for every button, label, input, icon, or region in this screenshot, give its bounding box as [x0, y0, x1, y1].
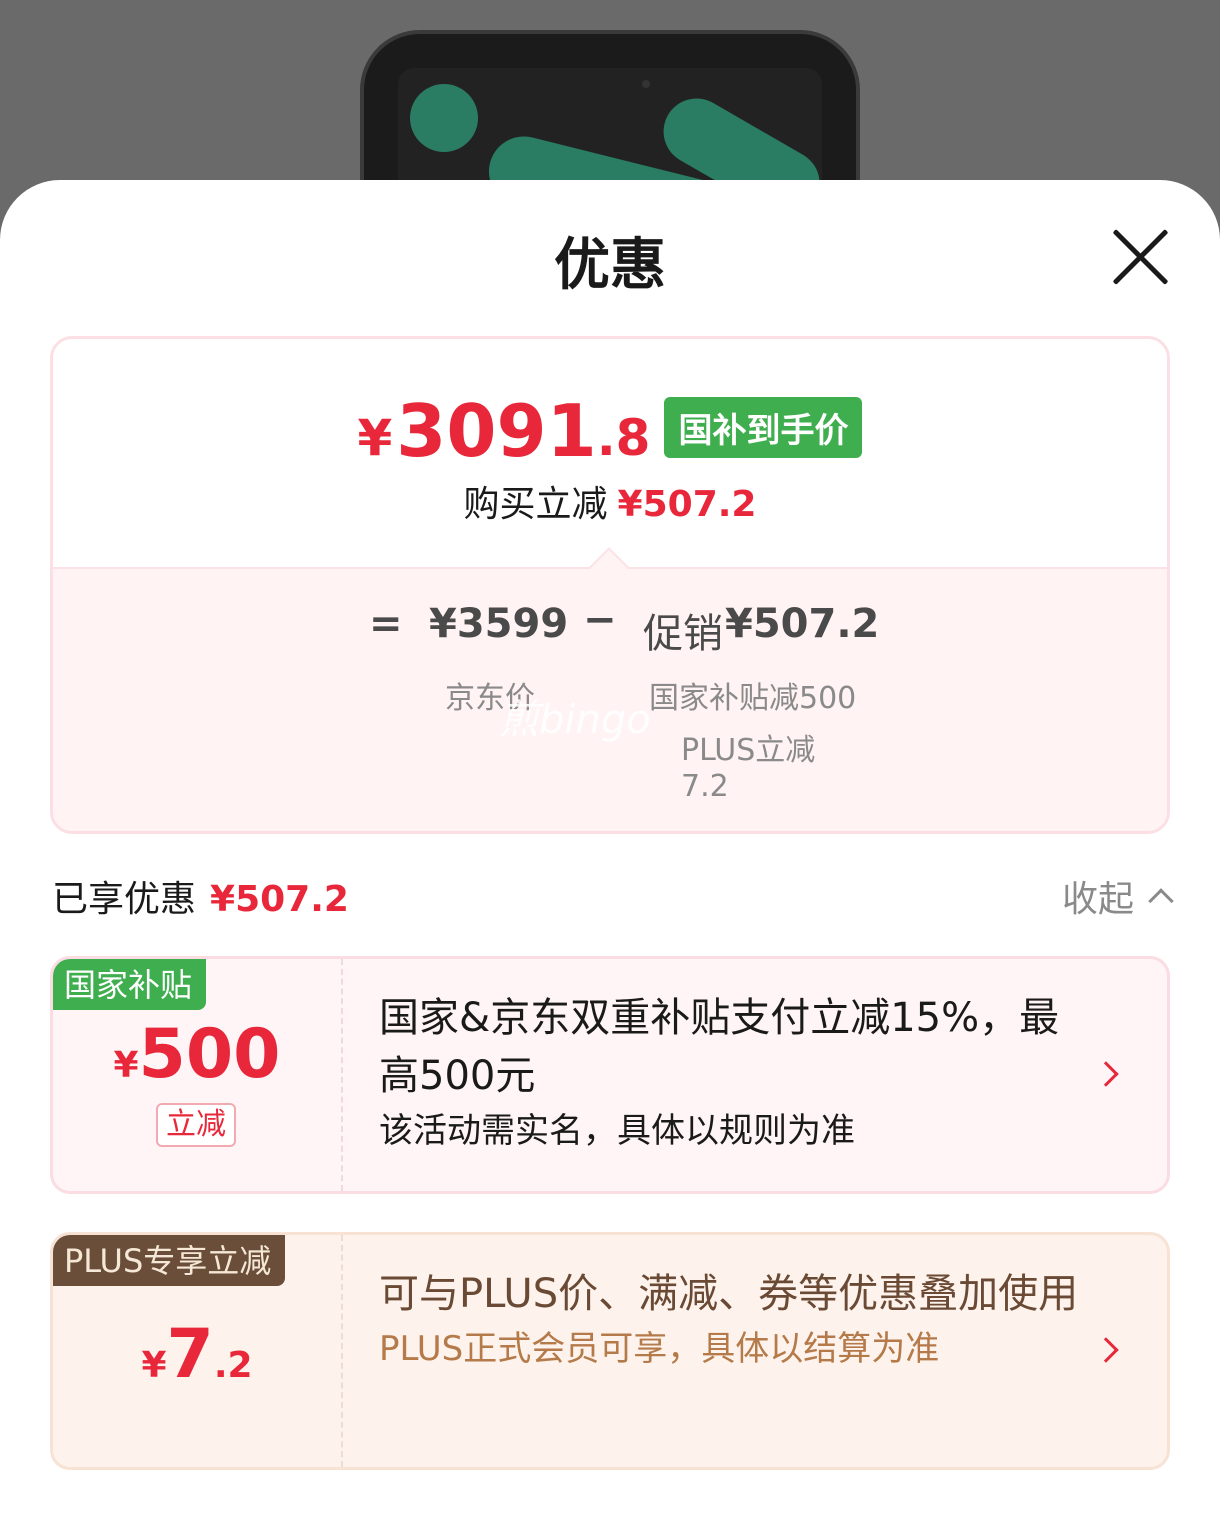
watermark: 煎bingo — [499, 697, 651, 743]
final-price-integer: 3091 — [396, 389, 597, 473]
reduce-amount: ¥507.2 — [617, 484, 757, 525]
chevron-up-icon — [1148, 888, 1174, 914]
subsidy-line: 国家补贴减500 — [649, 681, 857, 716]
deal-text: 可与PLUS价、满减、券等优惠叠加使用 PLUS正式会员可享，具体以结算为准 — [379, 1265, 1079, 1375]
jd-price: ¥3599 — [429, 601, 569, 647]
deal-amount: ¥500 — [53, 1015, 341, 1094]
deal-amount-decimal: .2 — [213, 1345, 253, 1386]
currency-symbol: ¥ — [357, 409, 393, 467]
currency-symbol: ¥ — [113, 1045, 139, 1086]
subsidy-price-badge: 国补到手价 — [664, 396, 863, 458]
deal-amount: ¥7.2 — [53, 1315, 341, 1394]
discount-sheet: 优惠 ¥ 3091 .8 国补到手价 购买立减 ¥507.2 = ¥3599 − … — [0, 180, 1220, 1519]
deal-tag: 国家补贴 — [53, 959, 207, 1010]
minus-sign: − — [583, 597, 617, 643]
close-icon[interactable] — [1108, 224, 1174, 290]
breakdown-pointer — [589, 547, 629, 587]
dashed-divider — [341, 959, 343, 1191]
purchase-reduce-row: 购买立减 ¥507.2 — [53, 475, 1167, 527]
sheet-title: 优惠 — [554, 233, 666, 298]
equals-sign: = — [369, 601, 403, 647]
camera-dot — [642, 80, 650, 88]
deal-amount-integer: 7 — [166, 1315, 214, 1394]
currency-symbol: ¥ — [141, 1345, 167, 1386]
dashed-divider — [341, 1235, 343, 1467]
enjoyed-discount: 已享优惠 ¥507.2 — [52, 870, 349, 922]
price-card: ¥ 3091 .8 国补到手价 购买立减 ¥507.2 = ¥3599 − 促销 … — [50, 336, 1170, 834]
deal-text: 国家&京东双重补贴支付立减15%，最高500元 该活动需实名，具体以规则为准 — [379, 989, 1079, 1157]
deal-title: 国家&京东双重补贴支付立减15%，最高500元 — [379, 995, 1060, 1099]
enjoyed-label: 已享优惠 — [52, 879, 197, 920]
deal-card-subsidy[interactable]: 国家补贴 ¥500 立减 国家&京东双重补贴支付立减15%，最高500元 该活动… — [50, 956, 1170, 1194]
collapse-label: 收起 — [1061, 879, 1134, 920]
final-price-decimal: .8 — [596, 409, 651, 467]
deal-subtitle: 该活动需实名，具体以规则为准 — [379, 1111, 855, 1151]
deal-subtitle: PLUS正式会员可享，具体以结算为准 — [379, 1329, 940, 1369]
reduce-label: 购买立减 — [463, 484, 608, 525]
deal-card-plus[interactable]: PLUS专享立减 ¥7.2 可与PLUS价、满减、券等优惠叠加使用 PLUS正式… — [50, 1232, 1170, 1470]
final-price-row: ¥ 3091 .8 国补到手价 — [53, 395, 1167, 467]
plus-line-amount: 7.2 — [681, 769, 729, 804]
chevron-right-icon — [1093, 1337, 1119, 1363]
plus-line: PLUS立减 — [681, 733, 816, 768]
reduce-tag: 立减 — [156, 1103, 236, 1147]
collapse-button[interactable]: 收起 — [1061, 870, 1174, 922]
wallpaper-circle — [410, 84, 478, 152]
deal-tag: PLUS专享立减 — [53, 1235, 286, 1286]
promo-label: 促销 — [643, 611, 723, 657]
deal-title: 可与PLUS价、满减、券等优惠叠加使用 — [379, 1271, 1079, 1317]
promo-amount: ¥507.2 — [725, 601, 880, 647]
price-breakdown: = ¥3599 − 促销 ¥507.2 京东价 国家补贴减500 PLUS立减 … — [53, 547, 1167, 831]
chevron-right-icon — [1093, 1061, 1119, 1087]
enjoyed-amount: ¥507.2 — [210, 879, 349, 920]
deal-amount-integer: 500 — [138, 1015, 281, 1094]
